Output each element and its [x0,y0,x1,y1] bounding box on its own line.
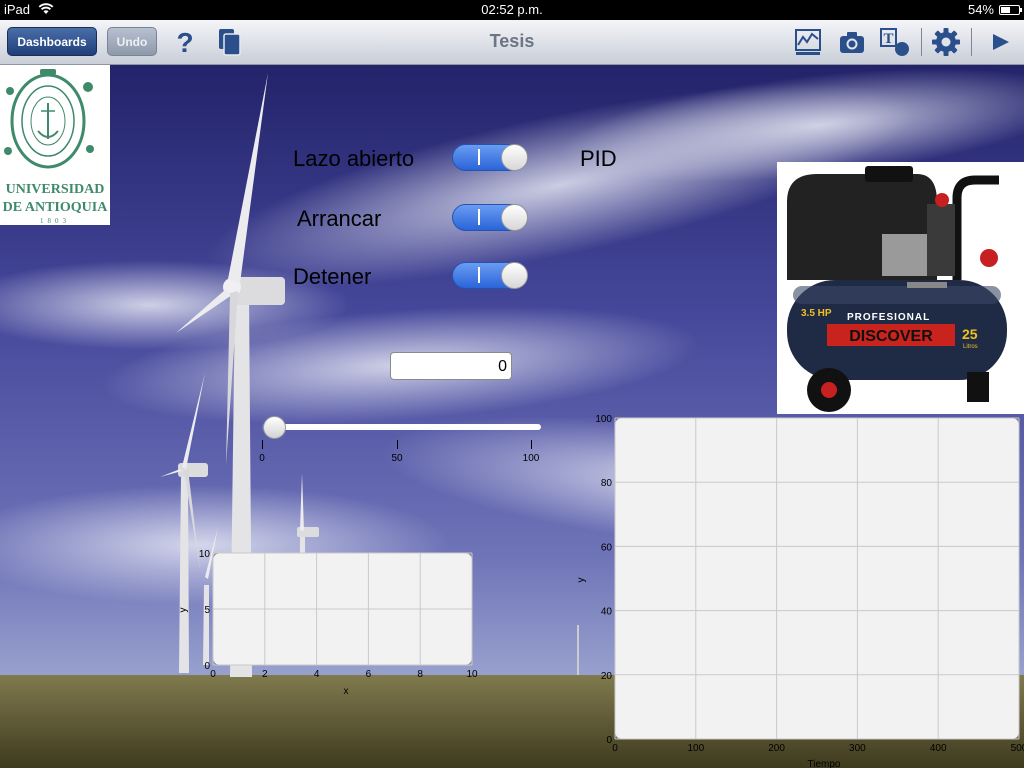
logo-year: 1803 [40,217,70,225]
svg-text:?: ? [176,27,193,57]
stop-switch[interactable] [452,262,528,289]
toolbar-separator [921,28,922,56]
slider-tick-label: 0 [259,453,265,464]
compressor-hp: 3.5 HP [801,308,832,319]
toolbar: Dashboards Undo ? Tesis T [0,20,1024,65]
slider-tick [397,440,398,449]
open-loop-pid-switch[interactable] [452,144,528,171]
slider-tick [531,440,532,449]
slider-tick-label: 50 [391,453,403,464]
help-icon[interactable]: ? [170,27,200,57]
slider-knob[interactable] [263,416,286,439]
battery-icon [999,5,1022,15]
text-tool-icon[interactable]: T [880,27,910,57]
slider-tick-label: 100 [522,453,540,464]
air-compressor-image: 3.5 HP PROFESIONAL DISCOVER 25 Litros [777,162,1024,414]
status-bar: iPad 02:52 p.m. 54% [0,0,1024,20]
gear-icon[interactable] [931,27,961,57]
logo-text: UNIVERSIDAD [6,182,105,197]
camera-icon[interactable] [837,27,867,57]
play-icon[interactable] [985,27,1015,57]
dashboards-button[interactable]: Dashboards [7,27,97,56]
switch-on-mark [478,267,480,283]
compressor-capacity: 25 [962,326,978,342]
switch-knob[interactable] [501,144,528,171]
slider-track[interactable] [262,424,541,430]
chart-icon[interactable] [793,27,823,57]
battery-percent: 54% [967,2,994,17]
compressor-brand-line: PROFESIONAL [847,312,930,323]
start-switch[interactable] [452,204,528,231]
switch-knob[interactable] [501,262,528,289]
pid-label: PID [580,146,617,171]
numeric-value-field[interactable]: 0 [390,352,512,380]
switch-knob[interactable] [501,204,528,231]
clock: 02:52 p.m. [481,2,543,17]
stop-label: Detener [293,264,372,289]
compressor-brand: DISCOVER [849,328,933,345]
switch-on-mark [478,209,480,225]
undo-button[interactable]: Undo [107,27,157,56]
copy-icon[interactable] [215,27,245,57]
university-logo: UNIVERSIDAD DE ANTIOQUIA 1803 [0,65,110,225]
slider-tick [262,440,263,449]
svg-text:T: T [883,31,893,47]
open-loop-label: Lazo abierto [293,146,415,171]
switch-on-mark [478,149,480,165]
compressor-capacity-unit: Litros [963,344,978,350]
start-label: Arrancar [297,206,382,231]
logo-text: DE ANTIOQUIA [3,200,109,215]
toolbar-separator [971,28,972,56]
